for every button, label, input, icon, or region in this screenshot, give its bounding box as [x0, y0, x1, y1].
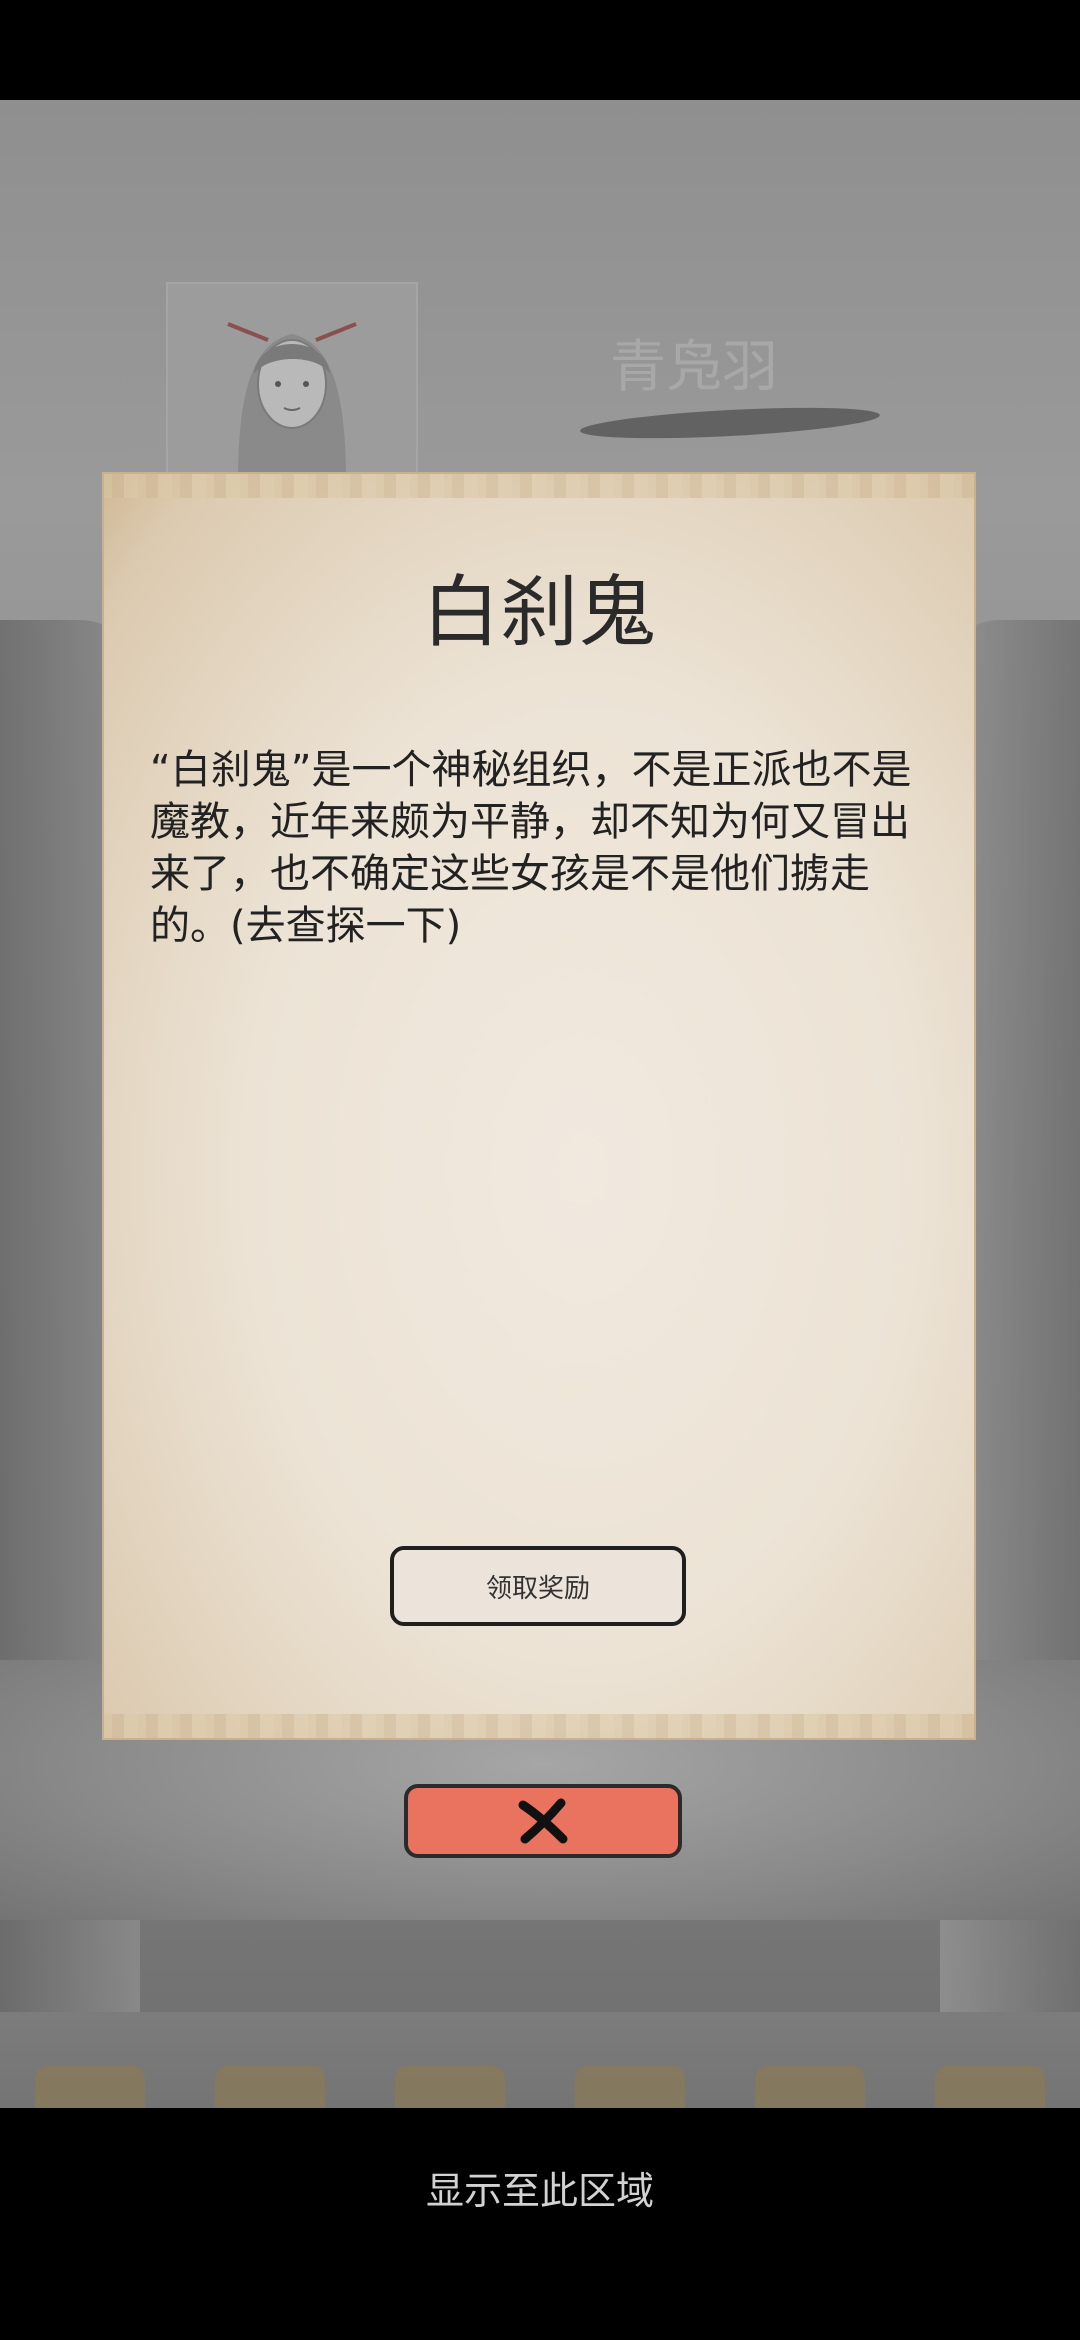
dialog-title: 白刹鬼: [421, 568, 656, 658]
portrait-drawing: [168, 284, 416, 484]
nav-label-martial-arts: 武功: [760, 2101, 860, 2108]
nav-item-martial-arts[interactable]: 武功: [735, 2035, 885, 2108]
quest-dialog: 白刹鬼 “白刹鬼”是一个神秘组织，不是正派也不是魔教，近年来颇为平静，却不知为何…: [104, 474, 974, 1738]
nav-item-jianghu[interactable]: 江湖: [375, 2035, 525, 2108]
bottom-bar: 显示至此区域: [0, 2108, 1080, 2340]
close-x-icon: [518, 1798, 568, 1844]
close-button[interactable]: [404, 1784, 682, 1858]
character-name: 青凫羽: [610, 335, 778, 400]
nav-label-home: 首页: [40, 2101, 140, 2108]
nav-item-partners[interactable]: 伙伴: [915, 2035, 1065, 2108]
nav-label-partners: 伙伴: [940, 2101, 1040, 2108]
top-status-area: [0, 0, 1080, 100]
claim-reward-button[interactable]: 领取奖励: [390, 1546, 686, 1626]
nav-label-jianghu: 江湖: [400, 2101, 500, 2108]
nav-label-stages: 闯关: [580, 2101, 680, 2108]
dialog-body: “白刹鬼”是一个神秘组织，不是正派也不是魔教，近年来颇为平静，却不知为何又冒出来…: [150, 747, 912, 949]
bottom-navigation: 首页 装备 江湖 闯关 武功 伙伴: [0, 2012, 1080, 2108]
display-area-hint: 显示至此区域: [425, 2169, 654, 2213]
nav-item-stages[interactable]: 闯关: [555, 2035, 705, 2108]
nav-item-home[interactable]: 首页: [15, 2035, 165, 2108]
nav-item-equipment[interactable]: 装备: [195, 2035, 345, 2108]
brush-stroke: [579, 402, 881, 444]
nav-label-equipment: 装备: [220, 2101, 320, 2108]
character-portrait: [166, 282, 418, 486]
